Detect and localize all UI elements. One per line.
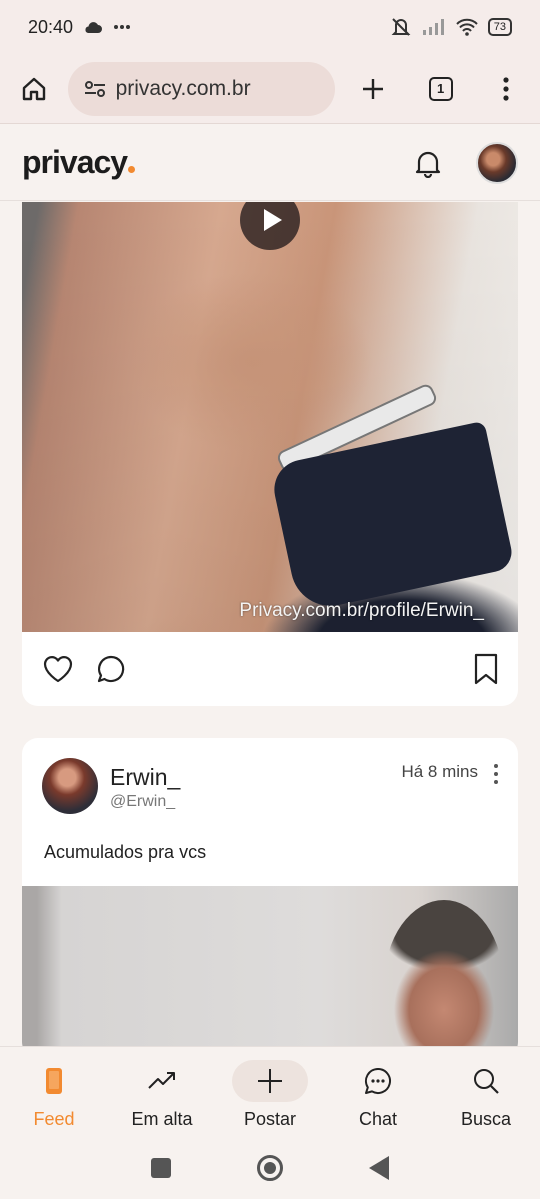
nav-label: Feed	[33, 1109, 75, 1129]
nav-label: Postar	[243, 1109, 297, 1129]
home-icon	[22, 77, 45, 100]
video-frame-detail	[384, 900, 504, 1046]
post-card: Erwin_ @Erwin_ Há 8 mins Acumulados pra …	[22, 738, 518, 1046]
nav-search[interactable]: Busca	[432, 1047, 540, 1136]
battery-icon: 73	[487, 18, 512, 36]
home-button[interactable]	[14, 69, 54, 109]
url-text[interactable]: privacy.com.br	[116, 77, 251, 101]
nav-label: Chat	[358, 1109, 398, 1129]
tab-switcher-button[interactable]: 1	[421, 69, 461, 109]
post-header: Erwin_ @Erwin_ Há 8 mins	[42, 758, 498, 818]
status-bar: 20:40 73	[0, 0, 540, 54]
bottom-nav: Feed Em alta Postar Chat Busca	[0, 1046, 540, 1136]
kebab-menu-icon	[503, 76, 509, 101]
plus-icon	[258, 1069, 282, 1093]
nav-label: Em alta	[131, 1109, 193, 1129]
home-system-button[interactable]	[257, 1154, 283, 1181]
play-icon	[263, 209, 282, 231]
heart-icon[interactable]	[42, 654, 74, 684]
phone-icon	[46, 1068, 62, 1094]
logo-text: privacy	[22, 144, 128, 180]
post-time: Há 8 mins	[401, 762, 478, 781]
chat-icon	[364, 1067, 391, 1094]
tab-count: 1	[428, 76, 453, 101]
post-video[interactable]: Privacy.com.br/profile/Erwin_	[22, 202, 518, 632]
status-time: 20:40	[28, 16, 74, 37]
nav-label: Busca	[460, 1109, 512, 1129]
url-bar[interactable]: privacy.com.br	[67, 61, 336, 116]
play-button[interactable]	[240, 202, 300, 250]
recents-button[interactable]	[151, 1157, 171, 1178]
post-caption: Acumulados pra vcs	[44, 842, 207, 862]
post-card: Privacy.com.br/profile/Erwin_	[22, 202, 518, 706]
nav-feed[interactable]: Feed	[0, 1047, 108, 1136]
author-name[interactable]: Erwin_	[110, 764, 180, 791]
app-header: privacy	[0, 125, 540, 201]
nav-trending[interactable]: Em alta	[108, 1047, 216, 1136]
more-dots-icon	[114, 25, 131, 29]
post-video[interactable]	[22, 886, 518, 1046]
browser-menu-button[interactable]	[486, 69, 526, 109]
bell-icon[interactable]	[414, 148, 442, 178]
author-avatar[interactable]	[42, 758, 98, 814]
privacy-logo[interactable]: privacy	[22, 144, 136, 181]
user-avatar[interactable]	[476, 141, 518, 184]
plus-icon	[363, 78, 383, 99]
watermark: Privacy.com.br/profile/Erwin_	[239, 600, 484, 621]
browser-toolbar: privacy.com.br 1	[0, 54, 540, 124]
wifi-icon	[456, 18, 478, 36]
new-tab-button[interactable]	[353, 69, 393, 109]
bookmark-icon[interactable]	[474, 653, 498, 685]
nav-post[interactable]: Postar	[216, 1047, 324, 1136]
site-settings-icon[interactable]	[84, 79, 106, 99]
post-pill	[232, 1060, 308, 1102]
author-handle[interactable]: @Erwin_	[110, 793, 180, 811]
search-icon	[474, 1069, 499, 1094]
trending-icon	[148, 1072, 175, 1089]
comment-icon[interactable]	[96, 654, 126, 684]
nav-chat[interactable]: Chat	[324, 1047, 432, 1136]
system-nav-bar	[0, 1136, 540, 1199]
feed[interactable]: Privacy.com.br/profile/Erwin_ Erwin_ @Er…	[0, 202, 540, 1046]
mute-icon	[391, 18, 411, 36]
post-menu-button[interactable]	[494, 764, 498, 818]
back-button[interactable]	[369, 1155, 389, 1180]
post-actions	[22, 632, 518, 706]
cloud-icon	[85, 22, 103, 33]
logo-dot	[128, 166, 136, 173]
signal-icon	[422, 19, 444, 35]
